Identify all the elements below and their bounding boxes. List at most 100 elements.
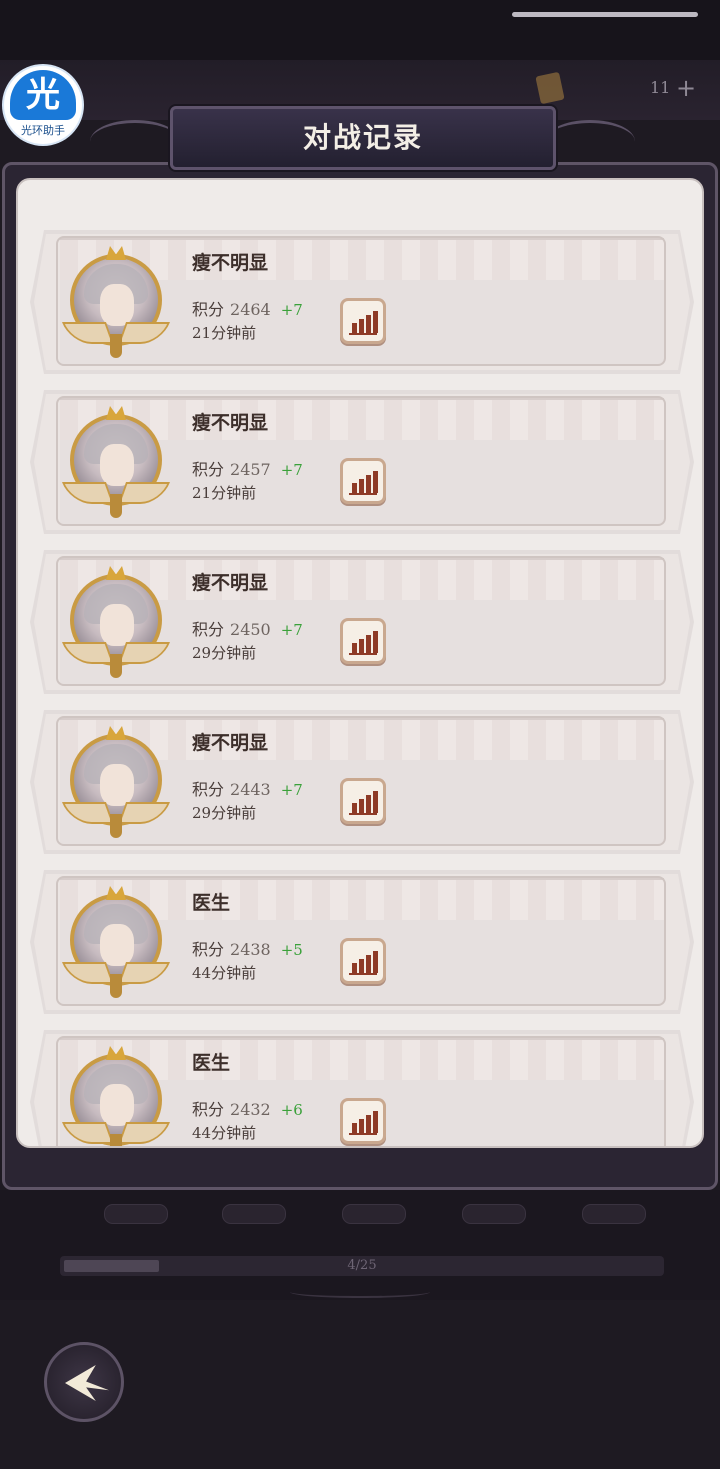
bar-chart-icon <box>359 479 364 493</box>
bar-chart-icon <box>366 955 371 973</box>
home-indicator <box>512 12 698 17</box>
battle-record-card: 医生 积分 2432 +6 44分钟前 <box>30 1030 694 1146</box>
status-area <box>0 0 720 60</box>
opponent-name: 瘦不明显 <box>192 252 269 274</box>
battle-stats-button[interactable] <box>340 1098 386 1144</box>
add-currency-button[interactable]: + <box>676 74 696 102</box>
title-plaque: 对战记录 <box>170 106 556 170</box>
battle-record-card: 瘦不明显 积分 2457 +7 21分钟前 <box>30 390 694 534</box>
score-label: 积分 <box>192 940 225 959</box>
back-button[interactable] <box>44 1342 124 1422</box>
background-tab <box>104 1204 168 1224</box>
score-delta: +7 <box>280 461 303 479</box>
bar-chart-icon <box>359 959 364 973</box>
background-tab <box>222 1204 286 1224</box>
score-row: 积分 2432 +6 <box>192 1096 303 1120</box>
record-time: 44分钟前 <box>192 1124 257 1142</box>
avatar-face <box>100 604 134 646</box>
battle-record-card: 医生 积分 2438 +5 44分钟前 <box>30 870 694 1014</box>
score-value: 2432 <box>230 1100 271 1119</box>
bar-chart-icon <box>373 1111 378 1133</box>
bar-chart-icon <box>373 311 378 333</box>
pendant-icon <box>110 1134 122 1146</box>
battle-stats-button[interactable] <box>340 298 386 344</box>
record-time: 29分钟前 <box>192 804 257 822</box>
bar-chart-icon <box>373 951 378 973</box>
ornament-right <box>545 120 635 163</box>
bar-chart-base <box>349 493 377 495</box>
bar-chart-icon <box>373 791 378 813</box>
score-delta: +6 <box>280 1101 303 1119</box>
bar-chart-icon <box>352 323 357 333</box>
battle-record-card: 瘦不明显 积分 2450 +7 29分钟前 <box>30 550 694 694</box>
score-delta: +5 <box>280 941 303 959</box>
pendant-icon <box>110 334 122 358</box>
bar-chart-base <box>349 1133 377 1135</box>
divider-ornament <box>290 1286 430 1298</box>
record-list[interactable]: 瘦不明显 积分 2464 +7 21分钟前 瘦不明显 积分 2457 +7 21分钟前 <box>18 180 702 1146</box>
battle-record-card: 瘦不明显 积分 2443 +7 29分钟前 <box>30 710 694 854</box>
pendant-icon <box>110 494 122 518</box>
score-row: 积分 2457 +7 <box>192 456 303 480</box>
bar-chart-icon <box>366 475 371 493</box>
background-tab <box>342 1204 406 1224</box>
bar-chart-icon <box>366 1115 371 1133</box>
score-row: 积分 2443 +7 <box>192 776 303 800</box>
bar-chart-icon <box>352 1123 357 1133</box>
opponent-name: 瘦不明显 <box>192 412 269 434</box>
bar-chart-icon <box>373 471 378 493</box>
score-value: 2450 <box>230 620 271 639</box>
record-time: 21分钟前 <box>192 324 257 342</box>
score-value: 2443 <box>230 780 271 799</box>
score-value: 2457 <box>230 460 271 479</box>
bar-chart-icon <box>373 631 378 653</box>
score-value: 2464 <box>230 300 271 319</box>
pendant-icon <box>110 654 122 678</box>
opponent-name: 瘦不明显 <box>192 732 269 754</box>
score-label: 积分 <box>192 780 225 799</box>
bar-chart-icon <box>359 639 364 653</box>
bar-chart-icon <box>366 315 371 333</box>
pendant-icon <box>110 974 122 998</box>
score-delta: +7 <box>280 301 303 319</box>
score-delta: +7 <box>280 621 303 639</box>
score-row: 积分 2438 +5 <box>192 936 303 960</box>
currency-display: 11 + <box>530 71 700 106</box>
ornament-left <box>90 120 180 163</box>
opponent-name: 医生 <box>192 1052 231 1074</box>
score-label: 积分 <box>192 1100 225 1119</box>
score-row: 积分 2464 +7 <box>192 296 303 320</box>
score-label: 积分 <box>192 460 225 479</box>
bar-chart-icon <box>352 803 357 813</box>
bar-chart-base <box>349 333 377 335</box>
assistant-floating-badge[interactable]: 光 光环助手 <box>4 66 82 144</box>
scroll-icon <box>535 71 565 105</box>
battle-record-panel: 瘦不明显 积分 2464 +7 21分钟前 瘦不明显 积分 2457 +7 21分钟前 <box>16 178 704 1148</box>
avatar-face <box>100 284 134 326</box>
battle-record-card: 瘦不明显 积分 2464 +7 21分钟前 <box>30 230 694 374</box>
score-label: 积分 <box>192 300 225 319</box>
background-tab <box>582 1204 646 1224</box>
bar-chart-base <box>349 813 377 815</box>
bar-chart-icon <box>359 319 364 333</box>
currency-count: 11 <box>650 78 671 97</box>
score-value: 2438 <box>230 940 271 959</box>
bar-chart-icon <box>366 795 371 813</box>
battle-stats-button[interactable] <box>340 938 386 984</box>
score-row: 积分 2450 +7 <box>192 616 303 640</box>
avatar-face <box>100 924 134 966</box>
score-label: 积分 <box>192 620 225 639</box>
progress-text: 4/25 <box>347 1258 377 1273</box>
pendant-icon <box>110 814 122 838</box>
bar-chart-icon <box>366 635 371 653</box>
avatar-face <box>100 1084 134 1126</box>
bar-chart-base <box>349 973 377 975</box>
background-tab <box>462 1204 526 1224</box>
bar-chart-icon <box>352 643 357 653</box>
avatar-face <box>100 444 134 486</box>
assistant-badge-char: 光 <box>10 70 76 120</box>
back-arrow-icon <box>65 1365 109 1401</box>
battle-stats-button[interactable] <box>340 618 386 664</box>
battle-stats-button[interactable] <box>340 458 386 504</box>
battle-stats-button[interactable] <box>340 778 386 824</box>
